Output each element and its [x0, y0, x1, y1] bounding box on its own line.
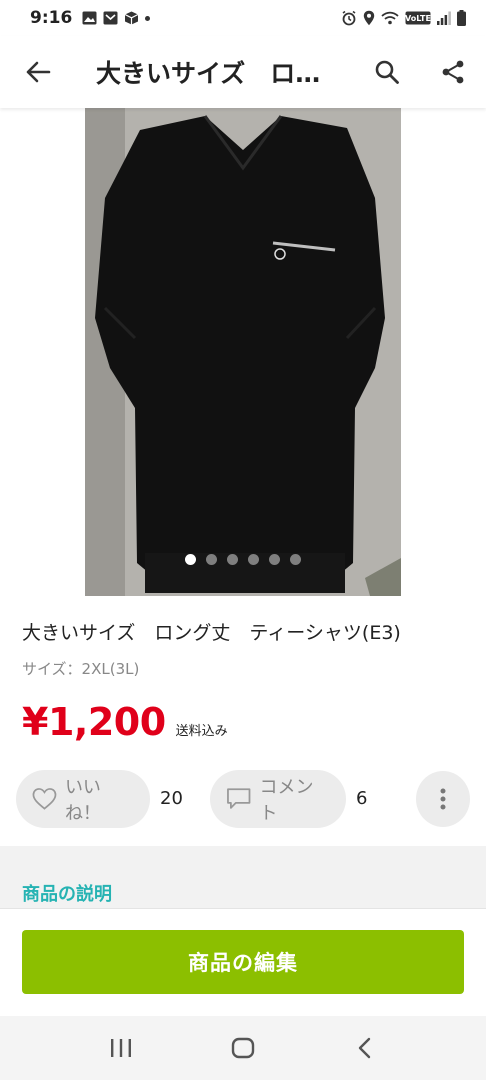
carousel-dot[interactable]	[248, 554, 259, 565]
next-image-button[interactable]	[436, 330, 472, 380]
signal-icon	[437, 11, 451, 25]
edit-area: 商品の編集	[0, 908, 486, 1016]
back-button[interactable]	[0, 36, 76, 108]
description-heading: 商品の説明	[22, 884, 112, 905]
carousel-indicator	[0, 554, 486, 565]
more-options-button[interactable]	[416, 771, 470, 827]
like-label: いいね！	[64, 777, 101, 824]
comment-label: コメント	[259, 777, 314, 824]
dot-icon	[145, 15, 151, 21]
box-icon	[125, 11, 139, 25]
home-icon	[231, 1037, 255, 1059]
recents-icon	[111, 1039, 131, 1057]
product-title: 大きいサイズ ロング丈 ティーシャツ(E3)	[22, 622, 401, 644]
action-row: いいね！ 20 コメント 6	[16, 770, 474, 828]
wifi-icon	[381, 11, 399, 25]
heart-icon	[32, 788, 57, 810]
search-icon	[375, 60, 399, 84]
chevron-left-icon	[358, 1037, 371, 1059]
shirt-image	[85, 108, 401, 596]
product-price: ¥1,200	[22, 700, 166, 744]
alarm-icon	[342, 10, 356, 26]
like-count: 20	[160, 788, 183, 809]
image-carousel[interactable]	[0, 108, 486, 596]
product-size: サイズ：2XL(3L)	[22, 660, 140, 678]
image-icon	[82, 11, 97, 25]
price-row: ¥1,200 送料込み	[22, 700, 228, 744]
comment-icon	[227, 788, 251, 809]
comment-button[interactable]: コメント	[210, 770, 346, 828]
volte-icon: VoLTE	[405, 11, 431, 25]
share-icon	[442, 60, 464, 84]
description-section: 商品の説明	[0, 846, 486, 910]
carousel-dot[interactable]	[290, 554, 301, 565]
battery-icon	[457, 10, 466, 26]
carousel-dot[interactable]	[227, 554, 238, 565]
status-time: 9:16	[30, 8, 73, 28]
carousel-dot[interactable]	[206, 554, 217, 565]
chevron-right-icon	[444, 337, 465, 373]
edit-product-button[interactable]: 商品の編集	[22, 930, 464, 994]
share-button[interactable]	[420, 36, 486, 108]
home-button[interactable]	[213, 1018, 273, 1078]
like-button[interactable]: いいね！	[16, 770, 150, 828]
comment-count: 6	[356, 788, 368, 809]
mail-icon	[103, 11, 118, 25]
app-bar: 大きいサイズ ロング丈 ティーシャツ(E3)	[0, 36, 486, 108]
arrow-left-icon	[26, 61, 51, 83]
shipping-note: 送料込み	[175, 724, 228, 739]
volte-label: VoLTE	[405, 14, 431, 23]
status-bar: 9:16 VoLTE	[0, 0, 486, 36]
page-title: 大きいサイズ ロング丈 ティーシャツ(E3)	[96, 59, 354, 88]
more-vertical-icon	[440, 788, 446, 810]
system-nav-bar	[0, 1016, 486, 1080]
recent-apps-button[interactable]	[91, 1018, 151, 1078]
carousel-dot[interactable]	[269, 554, 280, 565]
carousel-dot[interactable]	[185, 554, 196, 565]
location-icon	[363, 10, 375, 26]
system-back-button[interactable]	[335, 1018, 395, 1078]
search-button[interactable]	[354, 36, 420, 108]
product-photo[interactable]	[85, 108, 401, 596]
